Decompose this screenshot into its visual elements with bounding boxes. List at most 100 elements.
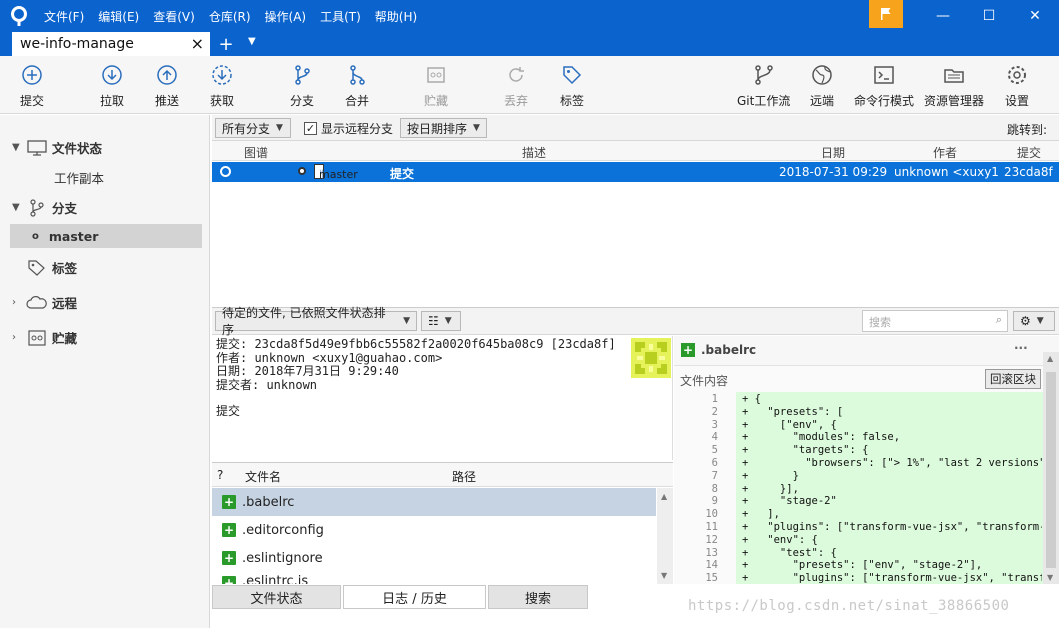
explorer-button[interactable]: 资源管理器 <box>924 64 984 109</box>
menu-repository[interactable]: 仓库(R) <box>209 8 251 25</box>
sort-dropdown-value: 按日期排序 <box>407 121 468 136</box>
menu-edit[interactable]: 编辑(E) <box>98 8 139 25</box>
new-tab-button[interactable]: + <box>216 32 236 56</box>
branch-button[interactable]: 分支 <box>290 64 314 109</box>
sidebar-section-stashes[interactable]: › 贮藏 <box>12 328 77 347</box>
diff-line-number: 10 <box>705 508 718 521</box>
diff-more-button[interactable]: ··· <box>1014 341 1028 355</box>
file-row[interactable]: + .editorconfig <box>212 516 656 544</box>
tab-close-icon[interactable]: × <box>191 34 204 53</box>
sidebar-section-remotes[interactable]: › 远程 <box>12 293 77 312</box>
sidebar-section-file-status[interactable]: ▼ 文件状态 <box>12 138 102 157</box>
revert-hunk-button[interactable]: 回滚区块 <box>985 369 1041 389</box>
pull-button[interactable]: 拉取 <box>100 64 124 109</box>
discard-label: 丢弃 <box>504 94 529 108</box>
menu-view[interactable]: 查看(V) <box>153 8 195 25</box>
file-row[interactable]: + .babelrc <box>212 488 656 516</box>
remote-button[interactable]: 远端 <box>810 64 834 109</box>
sidebar-item-master[interactable]: o master <box>10 224 202 248</box>
chevron-down-icon[interactable]: ▼ <box>12 202 26 213</box>
chevron-right-icon[interactable]: › <box>12 332 26 343</box>
chevron-down-icon: ▼ <box>276 123 283 133</box>
sidebar-branches-label: 分支 <box>52 201 78 216</box>
file-content-label: 文件内容 <box>680 374 729 388</box>
file-row[interactable]: + .eslintrc.js <box>212 572 656 584</box>
menu-actions[interactable]: 操作(A) <box>265 8 307 25</box>
commit-button[interactable]: 提交 <box>20 64 44 109</box>
settings-button[interactable]: 设置 <box>1005 64 1029 109</box>
merge-label: 合并 <box>345 94 370 108</box>
commit-row[interactable]: ᛘ master 提交 2018-07-31 09:29 unknown <xux… <box>212 162 1059 182</box>
branches-dropdown[interactable]: 所有分支 ▼ <box>215 118 291 138</box>
detail-date: 日期: 2018年7月31日 9:29:40 <box>216 364 399 378</box>
col-filename[interactable]: 文件名 <box>245 468 281 485</box>
chevron-down-icon: ▼ <box>1036 316 1044 326</box>
settings-label: 设置 <box>1005 94 1030 108</box>
col-description[interactable]: 描述 <box>522 144 546 161</box>
file-sort-dropdown[interactable]: 待定的文件, 已依照文件状态排序 ▼ <box>215 306 417 337</box>
col-date[interactable]: 日期 <box>821 144 845 161</box>
close-window-button[interactable]: ✕ <box>1012 0 1058 32</box>
notification-flag-button[interactable] <box>869 0 903 28</box>
col-graph[interactable]: 图谱 <box>244 144 268 161</box>
arrow-up-circle-icon <box>157 65 177 85</box>
tab-dropdown-icon[interactable]: ▼ <box>248 36 256 47</box>
current-commit-icon <box>220 166 231 177</box>
checkbox-checked-icon[interactable]: ✓ <box>304 122 317 135</box>
tab-file-status[interactable]: 文件状态 <box>212 585 341 609</box>
minimize-button[interactable]: — <box>920 0 966 32</box>
terminal-button[interactable]: 命令行模式 <box>854 64 914 109</box>
col-author[interactable]: 作者 <box>933 144 957 161</box>
search-input[interactable]: 搜索 ⌕ <box>862 310 1008 332</box>
chevron-right-icon[interactable]: › <box>12 297 26 308</box>
fetch-button[interactable]: 获取 <box>210 64 234 109</box>
sidebar-tags-label: 标签 <box>52 261 78 276</box>
commit-hash: 23cda8f <box>1004 165 1053 179</box>
chevron-down-icon: ▼ <box>403 316 410 326</box>
push-button[interactable]: 推送 <box>155 64 179 109</box>
current-branch-icon: o <box>32 230 39 242</box>
discard-button[interactable]: 丢弃 <box>504 64 528 109</box>
menu-help[interactable]: 帮助(H) <box>375 8 417 25</box>
menu-tools[interactable]: 工具(T) <box>320 8 361 25</box>
list-icon: ☷ <box>428 314 439 328</box>
tab-log-history[interactable]: 日志 / 历史 <box>343 585 486 609</box>
commit-author: unknown <xuxy1 <box>894 165 999 179</box>
menu-file[interactable]: 文件(F) <box>44 8 84 25</box>
detail-commit: 提交: 23cda8f5d49e9fbb6c55582f2a0020f645ba… <box>216 337 616 351</box>
sort-dropdown[interactable]: 按日期排序 ▼ <box>400 118 487 138</box>
chevron-down-icon[interactable]: ▼ <box>12 142 26 153</box>
sidebar-section-branches[interactable]: ▼ 分支 <box>12 198 77 217</box>
stash-button[interactable]: 贮藏 <box>424 64 448 109</box>
file-list-scrollbar[interactable]: ▲ ▼ <box>657 488 673 584</box>
view-mode-dropdown[interactable]: ☷ ▼ <box>421 311 461 331</box>
git-flow-button[interactable]: Git工作流 <box>737 64 790 109</box>
diff-scrollbar[interactable]: ▲ ▼ <box>1043 352 1059 584</box>
sidebar-stashes-label: 贮藏 <box>52 331 78 346</box>
col-path[interactable]: 路径 <box>452 468 476 485</box>
diff-line-number: 4 <box>711 431 718 444</box>
sidebar-item-working-copy[interactable]: 工作副本 <box>54 168 104 187</box>
file-row[interactable]: + .eslintignore <box>212 544 656 572</box>
merge-button[interactable]: 合并 <box>345 64 369 109</box>
tag-button[interactable]: 标签 <box>560 64 584 109</box>
branch-badge-text: master <box>319 168 358 181</box>
diff-line-text: + } <box>742 469 799 482</box>
col-status[interactable]: ? <box>217 468 223 482</box>
col-commit[interactable]: 提交 <box>1017 144 1041 161</box>
git-flow-icon <box>754 65 773 85</box>
search-icon[interactable]: ⌕ <box>996 313 1002 327</box>
tab-repository[interactable]: we-info-manage × <box>12 32 210 56</box>
maximize-button[interactable]: ☐ <box>966 0 1012 32</box>
sidebar-working-copy-label: 工作副本 <box>54 171 105 186</box>
commit-date: 2018-07-31 09:29 <box>779 165 888 179</box>
show-remote-checkbox[interactable]: ✓ 显示远程分支 <box>304 120 393 137</box>
options-gear-dropdown[interactable]: ⚙ ▼ <box>1013 311 1055 331</box>
sidebar <box>0 115 210 628</box>
diff-line-text: + "stage-2" <box>742 495 837 508</box>
sidebar-section-tags[interactable]: 标签 <box>26 258 77 277</box>
folder-icon <box>944 69 964 83</box>
tab-search[interactable]: 搜索 <box>488 585 588 609</box>
sidebar-file-status-label: 文件状态 <box>52 141 103 156</box>
jump-to-label[interactable]: 跳转到: <box>1007 121 1047 138</box>
